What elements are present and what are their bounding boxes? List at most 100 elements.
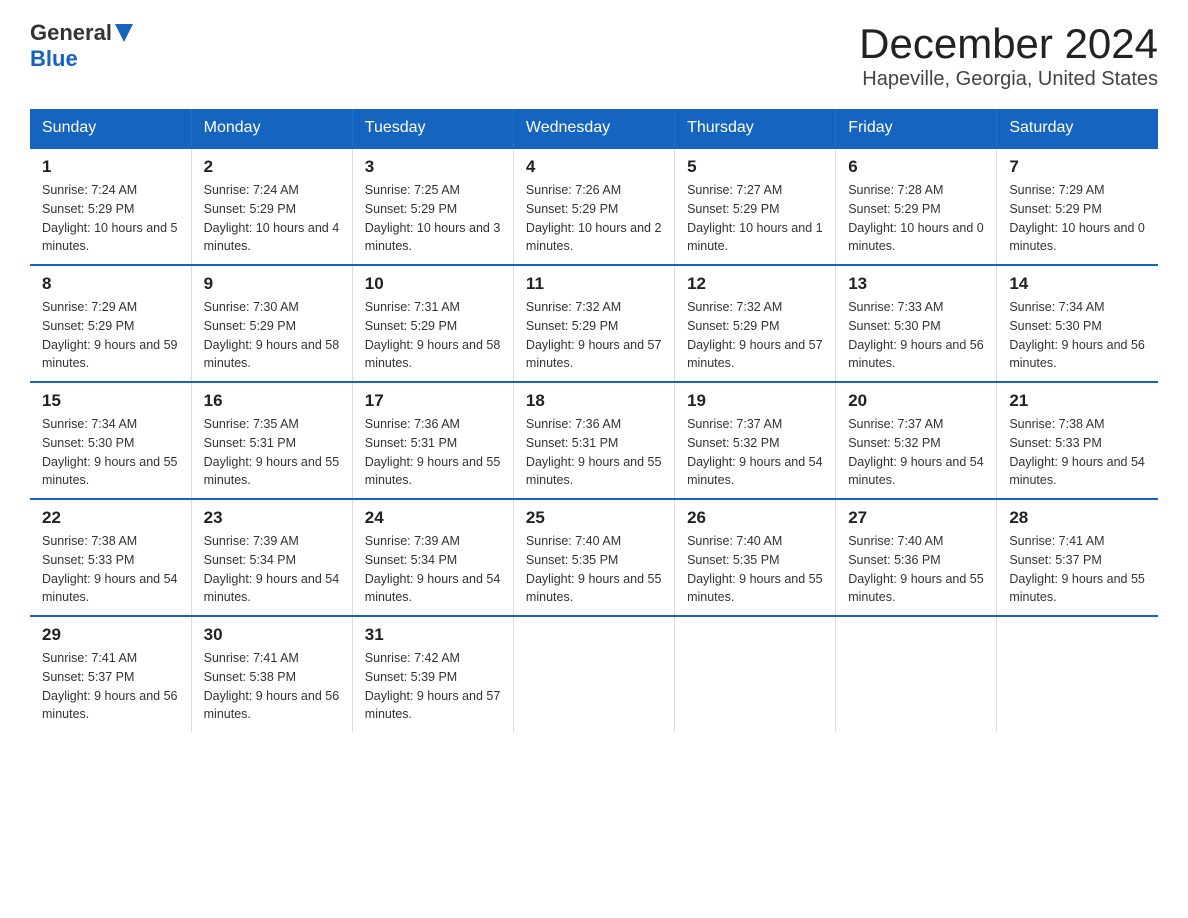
page-header: General Blue December 2024 Hapeville, Ge… [30, 20, 1158, 91]
calendar-subtitle: Hapeville, Georgia, United States [859, 68, 1158, 91]
day-info: Sunrise: 7:34 AM Sunset: 5:30 PM Dayligh… [1009, 298, 1146, 373]
header-thursday: Thursday [675, 109, 836, 148]
logo-triangle-icon [115, 24, 133, 42]
calendar-cell: 25 Sunrise: 7:40 AM Sunset: 5:35 PM Dayl… [513, 499, 674, 616]
day-number: 2 [204, 157, 340, 177]
day-number: 30 [204, 625, 340, 645]
day-info: Sunrise: 7:30 AM Sunset: 5:29 PM Dayligh… [204, 298, 340, 373]
calendar-cell: 16 Sunrise: 7:35 AM Sunset: 5:31 PM Dayl… [191, 382, 352, 499]
calendar-week-row: 22 Sunrise: 7:38 AM Sunset: 5:33 PM Dayl… [30, 499, 1158, 616]
day-number: 14 [1009, 274, 1146, 294]
calendar-cell: 11 Sunrise: 7:32 AM Sunset: 5:29 PM Dayl… [513, 265, 674, 382]
calendar-body: 1 Sunrise: 7:24 AM Sunset: 5:29 PM Dayli… [30, 148, 1158, 732]
day-info: Sunrise: 7:28 AM Sunset: 5:29 PM Dayligh… [848, 181, 984, 256]
day-info: Sunrise: 7:32 AM Sunset: 5:29 PM Dayligh… [687, 298, 823, 373]
day-info: Sunrise: 7:41 AM Sunset: 5:37 PM Dayligh… [1009, 532, 1146, 607]
calendar-cell: 6 Sunrise: 7:28 AM Sunset: 5:29 PM Dayli… [836, 148, 997, 265]
calendar-cell: 13 Sunrise: 7:33 AM Sunset: 5:30 PM Dayl… [836, 265, 997, 382]
day-number: 25 [526, 508, 662, 528]
calendar-cell: 4 Sunrise: 7:26 AM Sunset: 5:29 PM Dayli… [513, 148, 674, 265]
calendar-cell: 3 Sunrise: 7:25 AM Sunset: 5:29 PM Dayli… [352, 148, 513, 265]
calendar-cell: 10 Sunrise: 7:31 AM Sunset: 5:29 PM Dayl… [352, 265, 513, 382]
day-info: Sunrise: 7:34 AM Sunset: 5:30 PM Dayligh… [42, 415, 179, 490]
calendar-cell: 9 Sunrise: 7:30 AM Sunset: 5:29 PM Dayli… [191, 265, 352, 382]
day-info: Sunrise: 7:24 AM Sunset: 5:29 PM Dayligh… [42, 181, 179, 256]
logo-general: General [30, 20, 112, 46]
day-number: 28 [1009, 508, 1146, 528]
day-number: 17 [365, 391, 501, 411]
day-info: Sunrise: 7:26 AM Sunset: 5:29 PM Dayligh… [526, 181, 662, 256]
calendar-cell [675, 616, 836, 732]
calendar-cell: 28 Sunrise: 7:41 AM Sunset: 5:37 PM Dayl… [997, 499, 1158, 616]
calendar-cell: 30 Sunrise: 7:41 AM Sunset: 5:38 PM Dayl… [191, 616, 352, 732]
day-number: 26 [687, 508, 823, 528]
calendar-header: Sunday Monday Tuesday Wednesday Thursday… [30, 109, 1158, 148]
day-number: 20 [848, 391, 984, 411]
day-info: Sunrise: 7:37 AM Sunset: 5:32 PM Dayligh… [687, 415, 823, 490]
day-info: Sunrise: 7:38 AM Sunset: 5:33 PM Dayligh… [1009, 415, 1146, 490]
day-number: 24 [365, 508, 501, 528]
day-info: Sunrise: 7:36 AM Sunset: 5:31 PM Dayligh… [365, 415, 501, 490]
calendar-cell: 15 Sunrise: 7:34 AM Sunset: 5:30 PM Dayl… [30, 382, 191, 499]
calendar-week-row: 1 Sunrise: 7:24 AM Sunset: 5:29 PM Dayli… [30, 148, 1158, 265]
day-number: 19 [687, 391, 823, 411]
calendar-cell: 22 Sunrise: 7:38 AM Sunset: 5:33 PM Dayl… [30, 499, 191, 616]
day-info: Sunrise: 7:33 AM Sunset: 5:30 PM Dayligh… [848, 298, 984, 373]
day-number: 31 [365, 625, 501, 645]
calendar-week-row: 29 Sunrise: 7:41 AM Sunset: 5:37 PM Dayl… [30, 616, 1158, 732]
calendar-week-row: 15 Sunrise: 7:34 AM Sunset: 5:30 PM Dayl… [30, 382, 1158, 499]
day-number: 15 [42, 391, 179, 411]
day-info: Sunrise: 7:40 AM Sunset: 5:36 PM Dayligh… [848, 532, 984, 607]
day-number: 18 [526, 391, 662, 411]
calendar-cell: 18 Sunrise: 7:36 AM Sunset: 5:31 PM Dayl… [513, 382, 674, 499]
day-number: 11 [526, 274, 662, 294]
calendar-title: December 2024 [859, 20, 1158, 68]
day-number: 5 [687, 157, 823, 177]
calendar-cell: 24 Sunrise: 7:39 AM Sunset: 5:34 PM Dayl… [352, 499, 513, 616]
day-info: Sunrise: 7:29 AM Sunset: 5:29 PM Dayligh… [1009, 181, 1146, 256]
calendar-cell: 14 Sunrise: 7:34 AM Sunset: 5:30 PM Dayl… [997, 265, 1158, 382]
header-monday: Monday [191, 109, 352, 148]
day-number: 4 [526, 157, 662, 177]
logo: General Blue [30, 20, 133, 72]
day-number: 10 [365, 274, 501, 294]
calendar-cell: 7 Sunrise: 7:29 AM Sunset: 5:29 PM Dayli… [997, 148, 1158, 265]
day-info: Sunrise: 7:42 AM Sunset: 5:39 PM Dayligh… [365, 649, 501, 724]
day-number: 9 [204, 274, 340, 294]
logo-blue: Blue [30, 46, 78, 72]
calendar-cell: 8 Sunrise: 7:29 AM Sunset: 5:29 PM Dayli… [30, 265, 191, 382]
calendar-cell: 19 Sunrise: 7:37 AM Sunset: 5:32 PM Dayl… [675, 382, 836, 499]
calendar-cell: 1 Sunrise: 7:24 AM Sunset: 5:29 PM Dayli… [30, 148, 191, 265]
day-number: 23 [204, 508, 340, 528]
day-number: 8 [42, 274, 179, 294]
day-number: 22 [42, 508, 179, 528]
day-number: 12 [687, 274, 823, 294]
calendar-cell [997, 616, 1158, 732]
day-info: Sunrise: 7:38 AM Sunset: 5:33 PM Dayligh… [42, 532, 179, 607]
day-info: Sunrise: 7:40 AM Sunset: 5:35 PM Dayligh… [526, 532, 662, 607]
day-info: Sunrise: 7:37 AM Sunset: 5:32 PM Dayligh… [848, 415, 984, 490]
day-info: Sunrise: 7:25 AM Sunset: 5:29 PM Dayligh… [365, 181, 501, 256]
day-info: Sunrise: 7:29 AM Sunset: 5:29 PM Dayligh… [42, 298, 179, 373]
day-info: Sunrise: 7:41 AM Sunset: 5:38 PM Dayligh… [204, 649, 340, 724]
day-info: Sunrise: 7:32 AM Sunset: 5:29 PM Dayligh… [526, 298, 662, 373]
calendar-cell [513, 616, 674, 732]
day-number: 16 [204, 391, 340, 411]
calendar-cell: 17 Sunrise: 7:36 AM Sunset: 5:31 PM Dayl… [352, 382, 513, 499]
day-info: Sunrise: 7:31 AM Sunset: 5:29 PM Dayligh… [365, 298, 501, 373]
day-info: Sunrise: 7:36 AM Sunset: 5:31 PM Dayligh… [526, 415, 662, 490]
calendar-cell: 26 Sunrise: 7:40 AM Sunset: 5:35 PM Dayl… [675, 499, 836, 616]
day-info: Sunrise: 7:27 AM Sunset: 5:29 PM Dayligh… [687, 181, 823, 256]
calendar-cell: 20 Sunrise: 7:37 AM Sunset: 5:32 PM Dayl… [836, 382, 997, 499]
header-friday: Friday [836, 109, 997, 148]
calendar-cell: 2 Sunrise: 7:24 AM Sunset: 5:29 PM Dayli… [191, 148, 352, 265]
calendar-cell: 27 Sunrise: 7:40 AM Sunset: 5:36 PM Dayl… [836, 499, 997, 616]
calendar-table: Sunday Monday Tuesday Wednesday Thursday… [30, 109, 1158, 732]
day-info: Sunrise: 7:39 AM Sunset: 5:34 PM Dayligh… [365, 532, 501, 607]
calendar-week-row: 8 Sunrise: 7:29 AM Sunset: 5:29 PM Dayli… [30, 265, 1158, 382]
day-info: Sunrise: 7:39 AM Sunset: 5:34 PM Dayligh… [204, 532, 340, 607]
calendar-cell: 29 Sunrise: 7:41 AM Sunset: 5:37 PM Dayl… [30, 616, 191, 732]
day-info: Sunrise: 7:41 AM Sunset: 5:37 PM Dayligh… [42, 649, 179, 724]
header-sunday: Sunday [30, 109, 191, 148]
header-saturday: Saturday [997, 109, 1158, 148]
